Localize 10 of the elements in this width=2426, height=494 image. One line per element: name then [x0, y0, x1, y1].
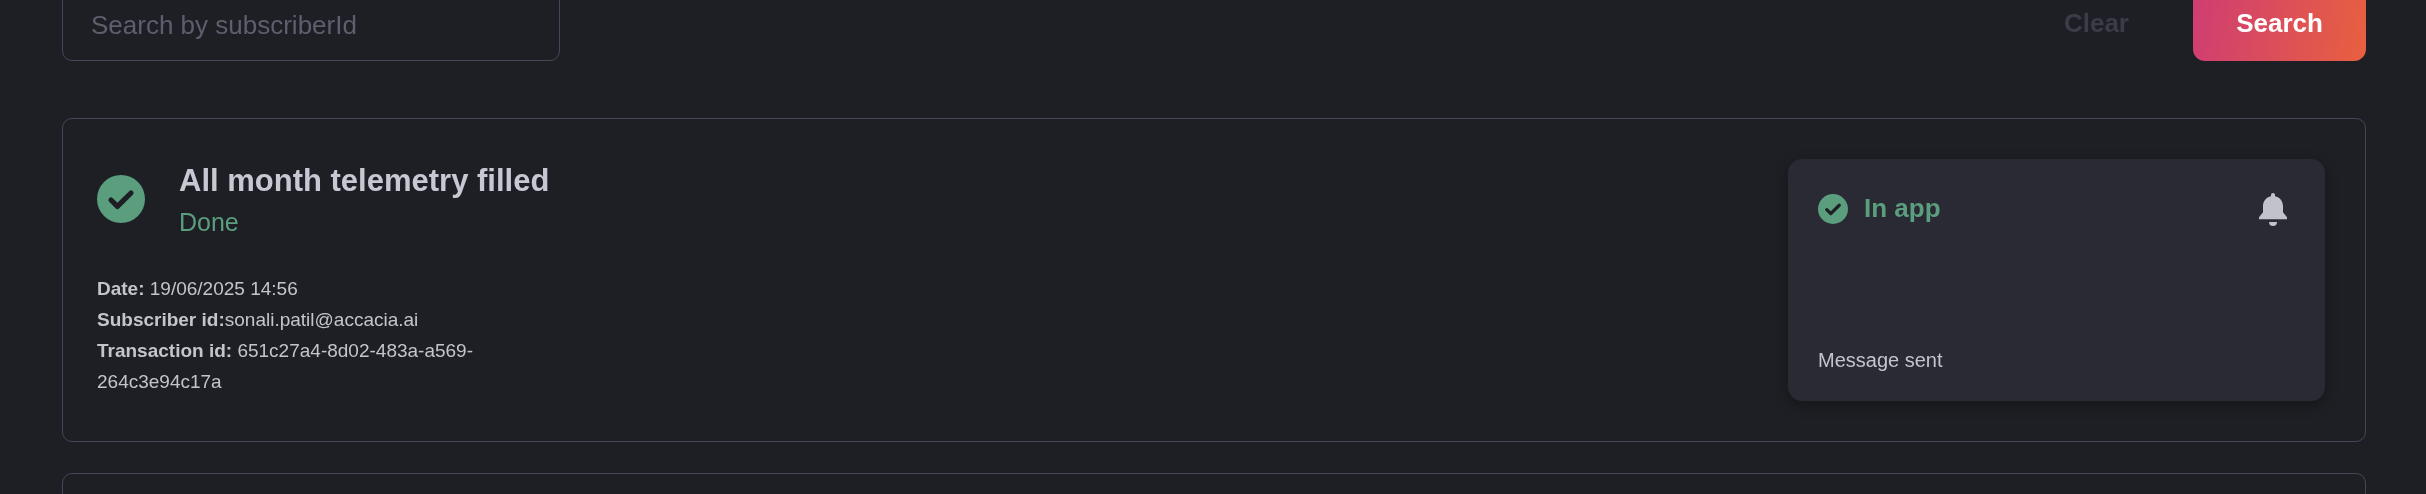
bell-icon [2257, 190, 2289, 227]
notification-title: All month telemetry filled [179, 162, 550, 200]
search-button[interactable]: Search [2193, 0, 2366, 61]
detail-line: Subscriber id:sonali.patil@accacia.ai [97, 308, 420, 332]
detail-line: Transaction id: 651c27a4-8d02-483a-a569-264c3e94c17a [97, 339, 474, 394]
detail-line: Date: 19/06/2025 14:56 [97, 277, 299, 301]
channel-name: In app [1864, 192, 1941, 225]
status-label: Done [179, 207, 240, 238]
search-field[interactable]: Search by subscriberId [62, 0, 560, 61]
channel-message: Message sent [1818, 348, 1944, 373]
